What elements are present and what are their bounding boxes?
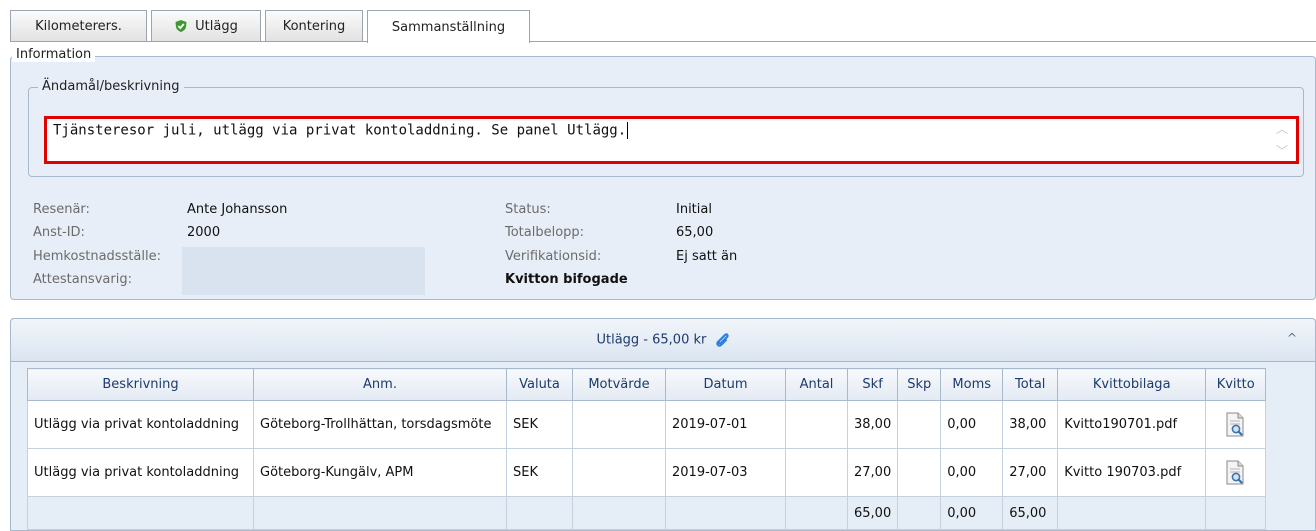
view-receipt-icon[interactable] (1225, 460, 1247, 486)
tab-label: Utlägg (195, 18, 238, 34)
table-row[interactable]: Utlägg via privat kontoladdning Göteborg… (27, 448, 1267, 497)
textarea-scroll-arrows[interactable]: ︿ ﹀ (1276, 123, 1290, 159)
cell-antal (785, 448, 848, 497)
status-value: Initial (676, 202, 712, 217)
cell-skp (897, 448, 942, 497)
cell-anm: Göteborg-Trollhättan, torsdagsmöte (253, 400, 507, 449)
cell-motvarde (572, 400, 666, 449)
hemkostnad-attest-value-box (182, 247, 425, 295)
column-header[interactable]: Total (1002, 368, 1059, 401)
view-receipt-icon[interactable] (1225, 412, 1247, 438)
cell-skf: 27,00 (846, 448, 899, 497)
column-header[interactable]: Beskrivning (27, 368, 254, 401)
utlagg-title-text: Utlägg - 65,00 kr (596, 332, 707, 348)
column-header[interactable]: Valuta (506, 368, 573, 401)
tab-kilometerersattning[interactable]: Kilometerers. (10, 10, 147, 41)
cell-skp (897, 400, 942, 449)
attestansvarig-label: Attestansvarig: (33, 272, 132, 287)
column-header[interactable]: Skf (846, 368, 899, 401)
status-label: Status: (505, 202, 551, 217)
column-header[interactable]: Kvittobilaga (1057, 368, 1207, 401)
sum-total: 65,00 (1002, 496, 1059, 530)
cell-total: 38,00 (1002, 400, 1059, 449)
utlagg-header[interactable]: Utlägg - 65,00 kr ^ (10, 318, 1316, 362)
resenar-value: Ante Johansson (187, 202, 288, 217)
utlagg-title: Utlägg - 65,00 kr (11, 332, 1315, 348)
verifikationsid-label: Verifikationsid: (505, 249, 602, 264)
cell-moms: 0,00 (940, 400, 1004, 449)
scroll-down-icon[interactable]: ﹀ (1276, 145, 1288, 157)
kvitton-bifogade-text: Kvitton bifogade (505, 272, 628, 287)
column-header[interactable]: Kvitto (1205, 368, 1267, 401)
description-textarea[interactable]: Tjänsteresor juli, utlägg via privat kon… (44, 116, 1299, 164)
column-header[interactable]: Anm. (253, 368, 507, 401)
paperclip-icon (715, 333, 729, 347)
cell-kvitto[interactable] (1205, 448, 1267, 497)
cell-datum: 2019-07-01 (665, 400, 786, 449)
column-header[interactable]: Datum (665, 368, 786, 401)
column-header[interactable]: Skp (897, 368, 942, 401)
text-caret (627, 122, 629, 139)
anst-id-label: Anst-ID: (33, 225, 85, 240)
sum-moms: 0,00 (940, 496, 1004, 530)
scroll-up-icon[interactable]: ︿ (1276, 123, 1288, 135)
table-summary-row: 65,00 0,00 65,00 (27, 496, 1267, 530)
cell-datum: 2019-07-03 (665, 448, 786, 497)
verifikationsid-value: Ej satt än (676, 249, 738, 264)
cell-antal (785, 400, 848, 449)
column-header[interactable]: Motvärde (572, 368, 666, 401)
cell-beskrivning: Utlägg via privat kontoladdning (27, 400, 254, 449)
hemkostnadsstalle-label: Hemkostnadsställe: (33, 249, 161, 264)
cell-kvittobilaga[interactable]: Kvitto 190703.pdf (1057, 448, 1207, 497)
cell-moms: 0,00 (940, 448, 1004, 497)
chevron-up-icon[interactable]: ^ (1287, 331, 1297, 345)
tab-label: Sammanställning (391, 19, 506, 35)
tab-kontering[interactable]: Kontering (265, 10, 363, 41)
resenar-label: Resenär: (33, 202, 90, 217)
shield-check-icon (175, 20, 187, 32)
cell-motvarde (572, 448, 666, 497)
sum-skf: 65,00 (846, 496, 899, 530)
cell-valuta: SEK (506, 400, 573, 449)
tab-label: Kilometerers. (35, 18, 122, 34)
tab-label: Kontering (282, 18, 346, 34)
totalbelopp-value: 65,00 (676, 225, 714, 240)
tab-bar: Kilometerers. Utlägg Kontering Sammanstä… (10, 10, 534, 43)
table-header-row: Beskrivning Anm. Valuta Motvärde Datum A… (27, 368, 1267, 401)
cell-total: 27,00 (1002, 448, 1059, 497)
cell-valuta: SEK (506, 448, 573, 497)
anst-id-value: 2000 (187, 225, 221, 240)
tab-utlagg[interactable]: Utlägg (151, 10, 261, 41)
tab-divider (10, 41, 1316, 42)
totalbelopp-label: Totalbelopp: (505, 225, 585, 240)
cell-beskrivning: Utlägg via privat kontoladdning (27, 448, 254, 497)
tab-sammanstallning[interactable]: Sammanställning (367, 10, 530, 43)
table-row[interactable]: Utlägg via privat kontoladdning Göteborg… (27, 400, 1267, 449)
information-legend: Information (12, 48, 96, 62)
column-header[interactable]: Antal (785, 368, 848, 401)
cell-anm: Göteborg-Kungälv, APM (253, 448, 507, 497)
cell-skf: 38,00 (846, 400, 899, 449)
cell-kvitto[interactable] (1205, 400, 1267, 449)
description-text: Tjänsteresor juli, utlägg via privat kon… (53, 122, 629, 139)
description-legend: Ändamål/beskrivning (38, 80, 184, 94)
column-header[interactable]: Moms (940, 368, 1004, 401)
cell-kvittobilaga[interactable]: Kvitto190701.pdf (1057, 400, 1207, 449)
utlagg-table: Beskrivning Anm. Valuta Motvärde Datum A… (27, 368, 1267, 530)
